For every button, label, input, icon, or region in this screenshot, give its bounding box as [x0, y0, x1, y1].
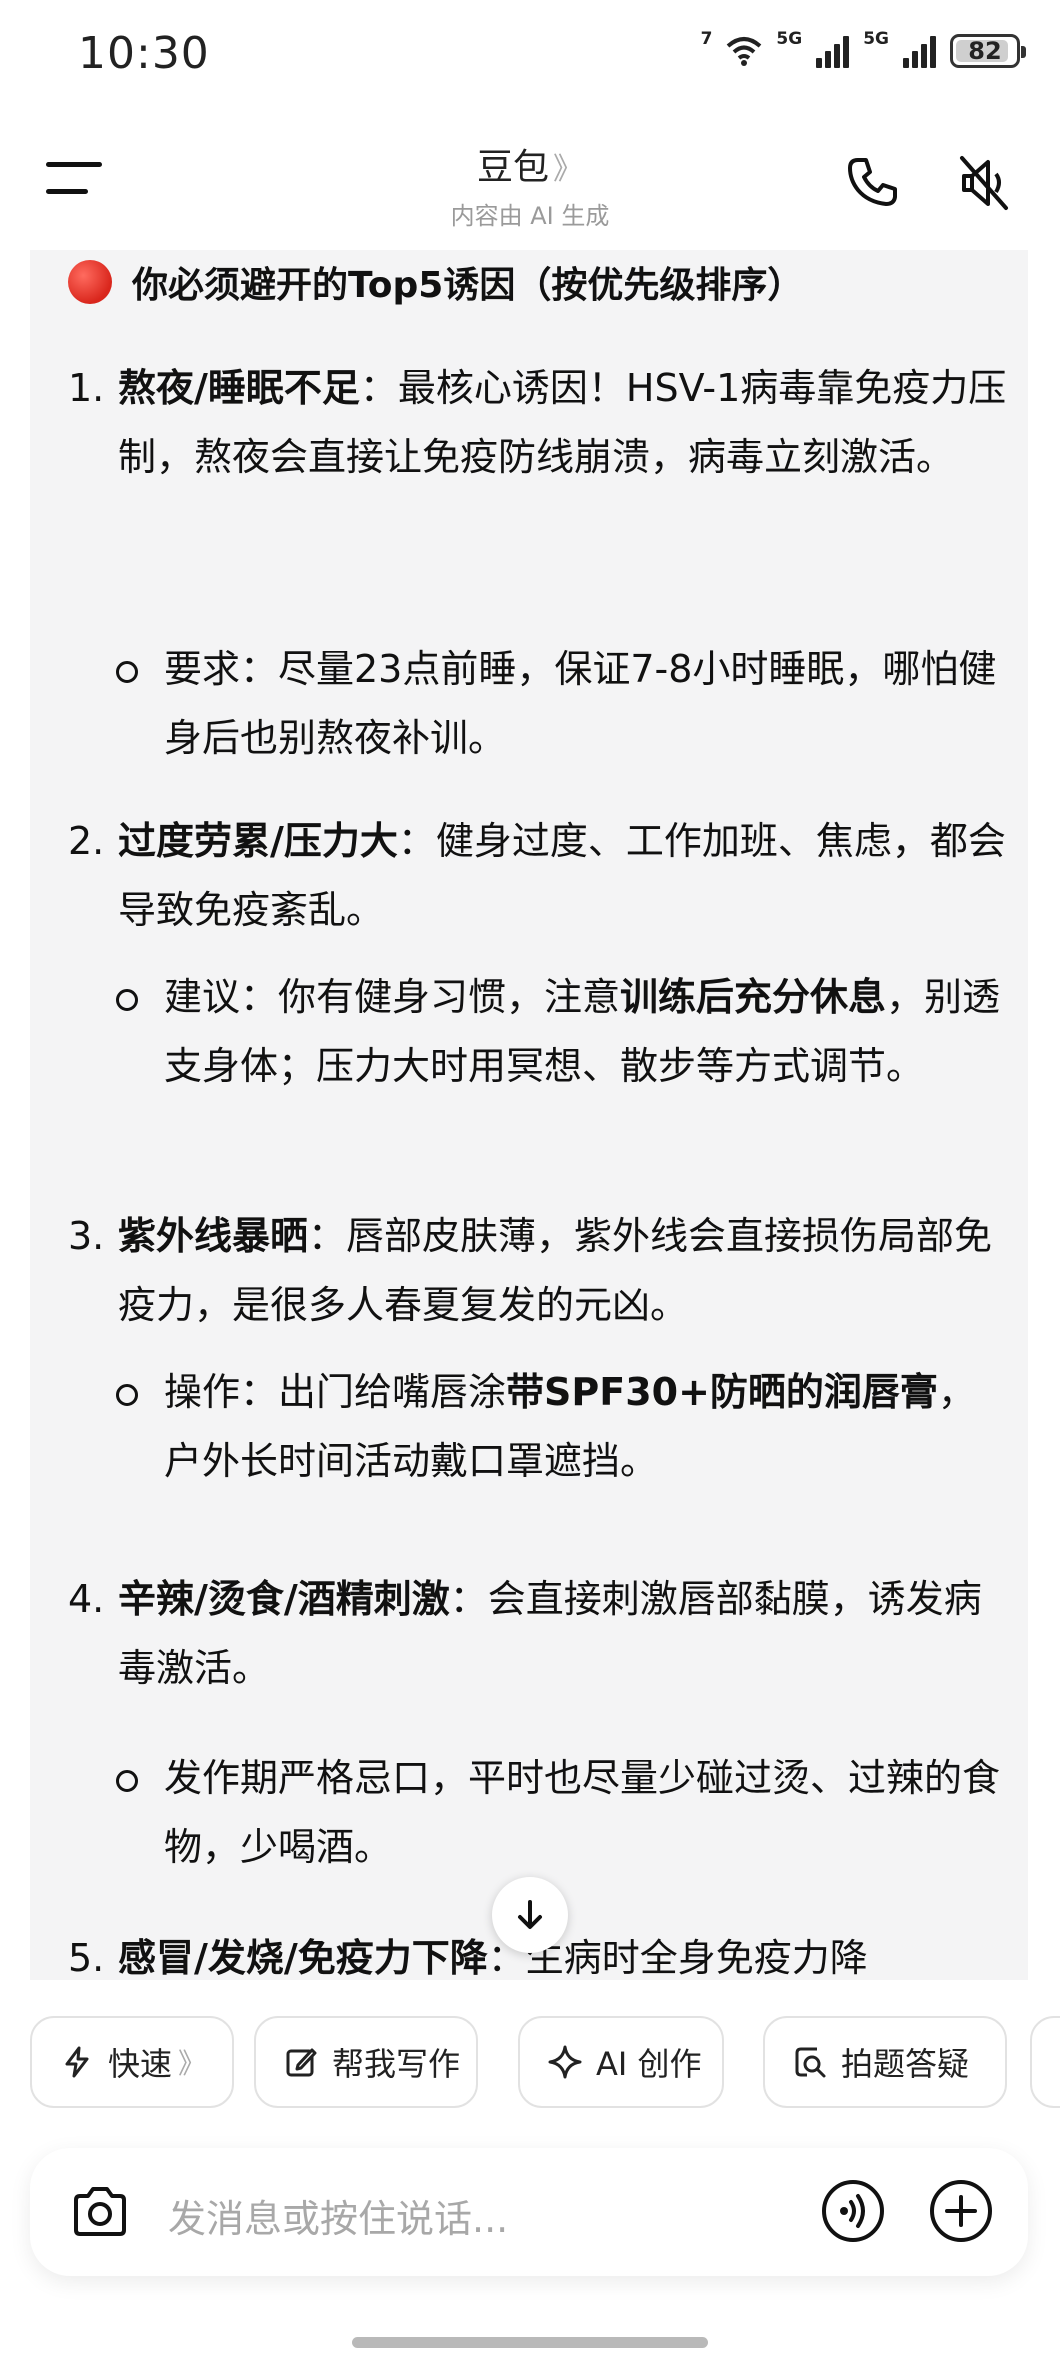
chip-label: 拍题答疑	[841, 2045, 970, 2083]
heading-text: 你必须避开的Top5诱因（按优先级排序）	[132, 265, 804, 306]
chip-label: 帮我写作	[332, 2045, 461, 2083]
wifi-label: 7	[700, 29, 713, 49]
item-title: 熬夜/睡眠不足	[118, 366, 360, 410]
signal2-label: 5G	[863, 29, 889, 49]
list-number: 5.	[68, 1936, 105, 1980]
voice-call-icon[interactable]	[820, 2178, 886, 2244]
chat-title[interactable]: 豆包》	[330, 138, 730, 190]
battery-icon: 82	[950, 34, 1026, 68]
scroll-down-button[interactable]	[492, 1877, 568, 1953]
signal2-icon	[903, 34, 936, 68]
chat-title-text: 豆包	[476, 147, 549, 188]
help-write-chip[interactable]: 帮我写作	[254, 2016, 478, 2108]
bullet-icon	[116, 661, 138, 683]
quick-mode-chip[interactable]: 快速 》	[30, 2016, 234, 2108]
more-chip[interactable]	[1030, 2016, 1060, 2108]
status-time: 10:30	[78, 28, 210, 79]
lightning-icon	[65, 2046, 89, 2078]
bullet-icon	[116, 1770, 138, 1792]
camera-icon[interactable]	[68, 2180, 132, 2244]
red-circle-icon	[68, 260, 112, 304]
home-indicator[interactable]	[352, 2337, 708, 2348]
message-bubble: 你必须避开的Top5诱因（按优先级排序） 1. 熬夜/睡眠不足：最核心诱因！HS…	[30, 250, 1028, 1980]
sub-bold: 带SPF30+防晒的润唇膏	[506, 1370, 938, 1414]
photo-search-icon	[795, 2047, 826, 2078]
item-title: 感冒/发烧/免疫力下降	[118, 1936, 488, 1980]
ai-create-chip[interactable]: AI 创作	[518, 2016, 724, 2108]
bullet-icon	[116, 1384, 138, 1406]
ai-disclaimer: 内容由 AI 生成	[450, 202, 610, 230]
photo-question-chip[interactable]: 拍题答疑	[763, 2016, 1007, 2108]
message-input-bar: 发消息或按住说话...	[30, 2148, 1028, 2276]
list-number: 2.	[68, 819, 105, 863]
chat-header: 豆包》 内容由 AI 生成	[0, 110, 1060, 250]
list-number: 3.	[68, 1214, 105, 1258]
edit-icon	[286, 2048, 317, 2077]
chip-label: AI 创作	[596, 2045, 702, 2083]
chip-label: 快速	[108, 2045, 173, 2083]
item-title: 辛辣/烫食/酒精刺激	[118, 1577, 450, 1621]
item-title: 过度劳累/压力大	[118, 819, 398, 863]
plus-icon[interactable]	[928, 2178, 994, 2244]
sparkle-icon	[548, 2045, 582, 2079]
sub-bold: 训练后充分休息	[620, 975, 887, 1019]
signal1-icon	[816, 34, 850, 68]
signal1-label: 5G	[776, 29, 803, 49]
status-icons: 7 5G 5G 82	[701, 29, 1026, 68]
chevron-right-icon: 》	[553, 152, 583, 187]
item-title: 紫外线暴晒	[118, 1214, 309, 1258]
list-number: 1.	[68, 366, 105, 410]
mute-icon[interactable]	[952, 150, 1016, 214]
message-heading: 你必须避开的Top5诱因（按优先级排序）	[68, 256, 803, 308]
sub-text: 要求：尽量23点前睡，保证7-8小时睡眠，哪怕健身后也别熬夜补训。	[164, 647, 997, 760]
chevron-right-icon: 》	[178, 2047, 207, 2080]
chat-title-area[interactable]: 豆包》 内容由 AI 生成	[330, 138, 730, 231]
arrow-down-icon	[518, 1900, 542, 1929]
phone-icon[interactable]	[840, 150, 904, 214]
wifi-icon	[727, 37, 762, 66]
sub-text: 发作期严格忌口，平时也尽量少碰过烫、过辣的食物，少喝酒。	[164, 1756, 1001, 1869]
battery-level: 82	[968, 37, 1002, 65]
message-input[interactable]: 发消息或按住说话...	[168, 2188, 508, 2243]
status-bar: 10:30 7 5G 5G 82	[0, 0, 1060, 110]
sub-text: 操作：出门给嘴唇涂	[164, 1370, 507, 1414]
sub-text: 建议：你有健身习惯，注意	[164, 975, 621, 1019]
quick-actions-bar: 快速 》 帮我写作 AI 创作 拍题答疑	[30, 2016, 1060, 2112]
bullet-icon	[116, 989, 138, 1011]
list-number: 4.	[68, 1577, 105, 1621]
menu-icon[interactable]	[46, 162, 102, 198]
